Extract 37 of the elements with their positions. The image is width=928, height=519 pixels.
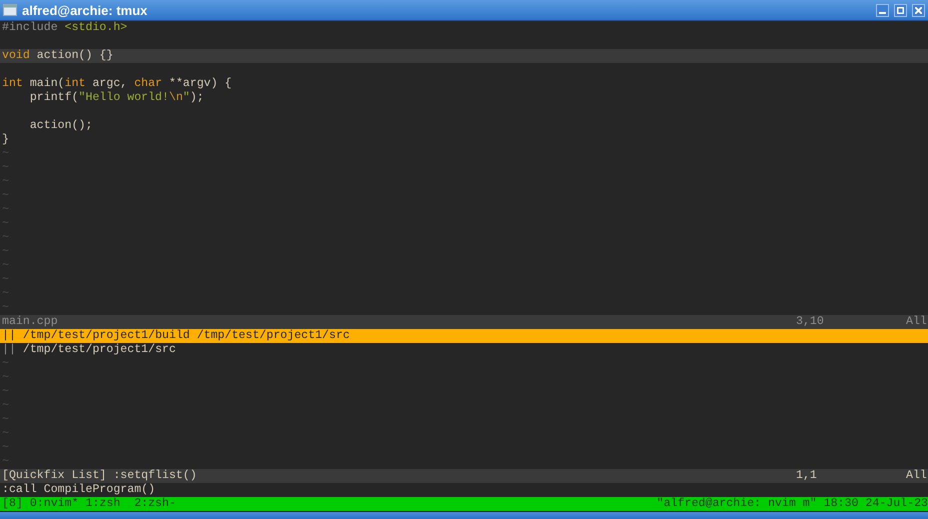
empty-line-tilde: ~	[1, 203, 9, 217]
code-line: #include <stdio.h>	[1, 21, 128, 35]
code-line: int main(int argc, char **argv) {	[1, 77, 233, 91]
empty-line-tilde: ~	[1, 189, 9, 203]
empty-line-tilde: ~	[1, 455, 9, 469]
terminal-icon	[3, 4, 17, 16]
empty-line-tilde: ~	[1, 245, 9, 259]
empty-line-tilde: ~	[1, 441, 9, 455]
empty-line-tilde: ~	[1, 357, 9, 371]
window-title: alfred@archie: tmux	[22, 2, 148, 18]
code-line: }	[1, 133, 10, 147]
quickfix-item[interactable]: || /tmp/test/project1/src	[0, 343, 928, 357]
empty-line-tilde: ~	[1, 217, 9, 231]
empty-line-tilde: ~	[1, 427, 9, 441]
empty-line-tilde: ~	[1, 287, 9, 301]
empty-line-tilde: ~	[1, 175, 9, 189]
empty-line-tilde: ~	[1, 399, 9, 413]
empty-line-tilde: ~	[1, 273, 9, 287]
close-button[interactable]	[912, 4, 925, 16]
code-line: action();	[28, 119, 94, 133]
empty-line-tilde: ~	[1, 161, 9, 175]
quickfix-item[interactable]: || /tmp/test/project1/build /tmp/test/project1/src	[0, 329, 928, 343]
empty-line-tilde: ~	[1, 147, 9, 161]
empty-line-tilde: ~	[1, 301, 9, 315]
host-time-date: "alfred@archie: nvim m" 18:30 24-Jul-23	[656, 497, 928, 511]
command-line[interactable]: :call CompileProgram()	[0, 483, 928, 497]
maximize-icon	[897, 6, 904, 14]
empty-line-tilde: ~	[1, 371, 9, 385]
close-icon	[915, 6, 922, 14]
window-list: [8] 0:nvim* 1:zsh 2:zsh-	[2, 497, 176, 511]
empty-line-tilde: ~	[1, 259, 9, 273]
empty-line-tilde: ~	[1, 385, 9, 399]
minimize-button[interactable]	[876, 4, 889, 16]
code-line: printf("Hello world!\n");	[28, 91, 205, 105]
maximize-button[interactable]	[894, 4, 907, 16]
empty-line-tilde: ~	[1, 413, 9, 427]
empty-line-tilde: ~	[1, 231, 9, 245]
